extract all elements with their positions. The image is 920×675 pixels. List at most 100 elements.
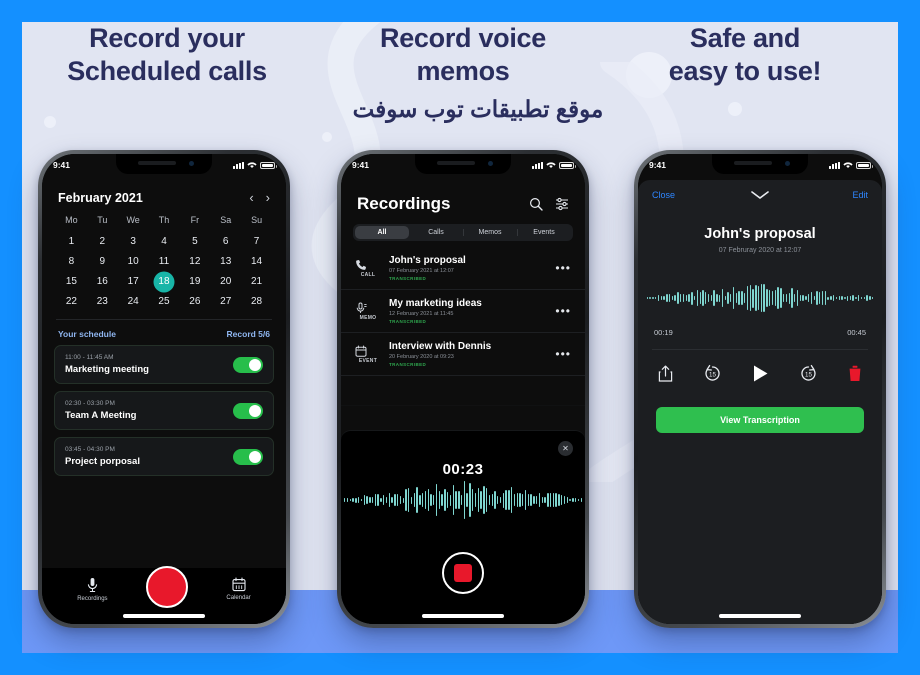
ellipsis-icon[interactable]: ••• xyxy=(555,261,571,275)
calendar-weekday: Su xyxy=(251,215,263,225)
waveform-bar xyxy=(366,495,368,505)
recording-row[interactable]: MEMO My marketing ideas 12 February 2021 a… xyxy=(341,290,585,333)
ellipsis-icon[interactable]: ••• xyxy=(555,304,571,318)
calendar-day[interactable]: 15 xyxy=(56,276,87,287)
calendar-day[interactable]: 25 xyxy=(149,296,180,307)
calendar-day[interactable]: 27 xyxy=(210,296,241,307)
schedule-toggle[interactable] xyxy=(233,356,263,373)
waveform-bar xyxy=(744,293,746,303)
waveform-bar xyxy=(352,498,354,502)
schedule-time: 02:30 - 03:30 PM xyxy=(65,400,115,407)
notch xyxy=(415,154,511,174)
forward-15-icon[interactable]: 15 xyxy=(799,364,818,383)
recordings-header: Recordings xyxy=(341,180,585,222)
play-icon[interactable] xyxy=(752,364,769,383)
calendar-day[interactable]: 12 xyxy=(179,256,210,267)
calendar-day[interactable]: 3 xyxy=(118,236,149,247)
schedule-toggle[interactable] xyxy=(233,402,263,419)
search-icon[interactable] xyxy=(529,197,543,211)
schedule-card[interactable]: 02:30 - 03:30 PM Team A Meeting xyxy=(54,391,274,430)
playback-waveform[interactable] xyxy=(638,276,882,320)
record-button[interactable] xyxy=(145,566,188,608)
waveform-bar xyxy=(524,490,527,510)
calendar-day[interactable]: 2 xyxy=(87,236,118,247)
calendar-day[interactable]: 23 xyxy=(87,296,118,307)
tab-calendar[interactable]: Calendar xyxy=(226,577,251,601)
calendar-day[interactable]: 1 xyxy=(56,236,87,247)
waveform-bar xyxy=(807,294,810,302)
schedule-card[interactable]: 03:45 - 04:30 PM Project porposal xyxy=(54,437,274,476)
calendar-day[interactable]: 26 xyxy=(179,296,210,307)
delete-icon[interactable] xyxy=(848,365,862,382)
schedule-toggle[interactable] xyxy=(233,448,263,465)
recording-row[interactable]: EVENT Interview with Dennis 20 February 20… xyxy=(341,333,585,376)
sliders-icon[interactable] xyxy=(555,197,569,211)
waveform-bar xyxy=(730,293,732,303)
recording-row-partial[interactable] xyxy=(341,376,585,406)
stop-button[interactable] xyxy=(442,552,484,594)
waveform-bar xyxy=(724,295,726,301)
waveform-bar xyxy=(363,494,365,506)
waveform-bar xyxy=(810,292,813,304)
waveform-bar xyxy=(799,295,802,301)
waveform-bar xyxy=(421,492,424,508)
waveform-bar xyxy=(530,494,532,506)
detail-sheet: Close Edit John's proposal 07 Februray 2… xyxy=(638,180,882,624)
calendar-day[interactable]: 4 xyxy=(149,236,180,247)
calendar-day[interactable]: 8 xyxy=(56,256,87,267)
edit-button[interactable]: Edit xyxy=(852,190,868,200)
tab-memos[interactable]: Memos xyxy=(463,226,517,239)
calendar-day[interactable]: 16 xyxy=(87,276,118,287)
sheet-toolbar: Close Edit xyxy=(638,180,882,204)
ellipsis-icon[interactable]: ••• xyxy=(555,347,571,361)
tab-events[interactable]: Events xyxy=(517,226,571,239)
calendar-grid[interactable]: Mo Tu We Th Fr Sa Su 1 2 3 4 5 6 7 8 9 10 11 12 13 14 15 16 17 1… xyxy=(42,209,286,307)
chevron-right-icon[interactable]: › xyxy=(266,190,270,205)
calendar-day[interactable]: 10 xyxy=(118,256,149,267)
wifi-icon xyxy=(843,162,853,168)
calendar-day-selected[interactable]: 18 xyxy=(149,276,180,287)
calendar-day[interactable]: 17 xyxy=(118,276,149,287)
share-icon[interactable] xyxy=(658,365,673,382)
tab-calls[interactable]: Calls xyxy=(409,226,463,239)
filter-tabs[interactable]: All Calls Memos Events xyxy=(353,224,573,241)
tab-all[interactable]: All xyxy=(355,226,409,239)
view-transcription-button[interactable]: View Transcription xyxy=(656,407,864,433)
waveform-bar xyxy=(693,295,696,301)
schedule-card[interactable]: 11:00 - 11:45 AM Marketing meeting xyxy=(54,345,274,384)
recording-row[interactable]: CALL John's proposal 07 February 2021 at 1… xyxy=(341,247,585,290)
recording-title: John's proposal xyxy=(704,226,816,242)
waveform-bar xyxy=(652,296,654,300)
calendar-day[interactable]: 19 xyxy=(179,276,210,287)
tab-recordings[interactable]: Recordings xyxy=(77,577,108,602)
waveform-bar xyxy=(561,495,563,505)
calendar-day[interactable]: 14 xyxy=(241,256,272,267)
chevron-down-icon[interactable] xyxy=(750,190,770,200)
notch xyxy=(116,154,212,174)
waveform-bar xyxy=(547,493,549,507)
calendar-day[interactable]: 6 xyxy=(210,236,241,247)
waveform-bar xyxy=(846,295,849,301)
waveform-bar xyxy=(841,295,843,301)
calendar-day[interactable]: 28 xyxy=(241,296,272,307)
waveform-bar xyxy=(858,295,860,301)
calendar-day[interactable]: 7 xyxy=(241,236,272,247)
waveform-bar xyxy=(355,497,357,503)
close-button[interactable]: Close xyxy=(652,190,675,200)
calendar-day[interactable]: 9 xyxy=(87,256,118,267)
calendar-day[interactable]: 11 xyxy=(149,256,180,267)
calendar-day[interactable]: 22 xyxy=(56,296,87,307)
waveform-bar xyxy=(860,297,863,299)
calendar-day[interactable]: 5 xyxy=(179,236,210,247)
chevron-left-icon[interactable]: ‹ xyxy=(249,190,253,205)
rewind-15-icon[interactable]: 15 xyxy=(703,364,722,383)
calendar-day[interactable]: 13 xyxy=(210,256,241,267)
waveform-bar xyxy=(666,293,668,303)
calendar-day[interactable]: 20 xyxy=(210,276,241,287)
notch xyxy=(712,154,808,174)
waveform-bar xyxy=(663,295,665,301)
calendar-day[interactable]: 21 xyxy=(241,276,272,287)
waveform-bar xyxy=(344,498,346,502)
close-icon[interactable]: ✕ xyxy=(558,441,573,456)
calendar-day[interactable]: 24 xyxy=(118,296,149,307)
